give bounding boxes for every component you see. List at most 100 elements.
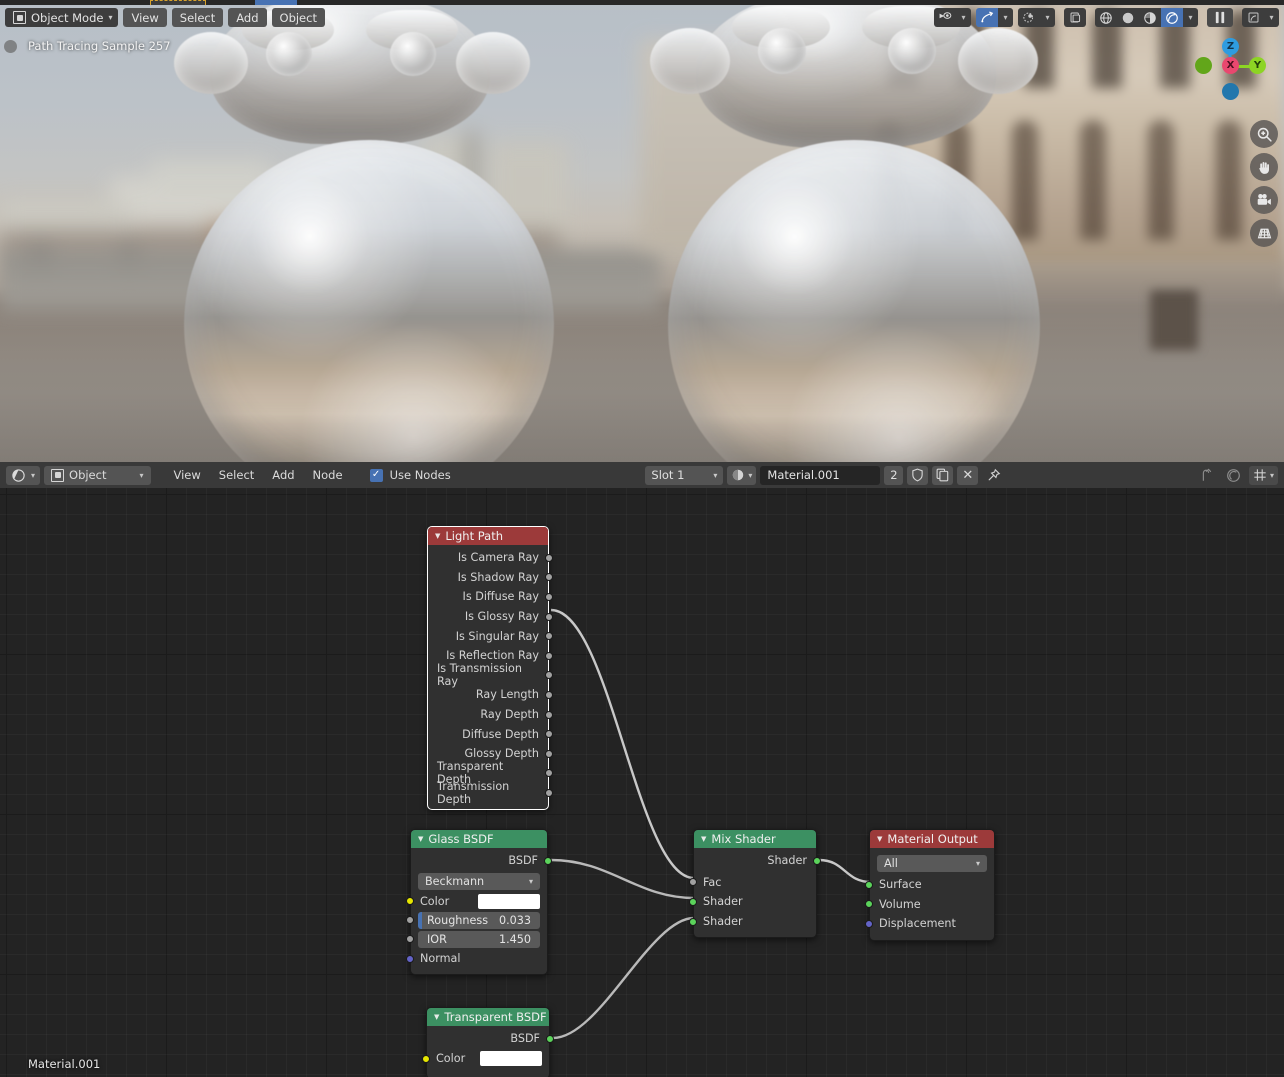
roughness-slider[interactable]: Roughness 0.033	[418, 911, 540, 929]
mix-shader-node-header[interactable]: ▼ Mix Shader	[694, 830, 816, 848]
input-socket-normal[interactable]	[406, 954, 414, 963]
menu-view[interactable]: View	[123, 8, 167, 27]
shading-mode-group[interactable]: ▾	[1095, 8, 1198, 27]
output-socket[interactable]	[545, 749, 553, 758]
transparent-bsdf-node-header[interactable]: ▼ Transparent BSDF	[427, 1008, 549, 1026]
collapse-triangle-icon[interactable]: ▼	[701, 835, 706, 843]
node-output-row[interactable]: Is Shadow Ray	[428, 568, 553, 588]
menu-select[interactable]: Select	[171, 8, 224, 27]
color-property-row[interactable]: Color	[422, 1050, 542, 1068]
input-socket-volume[interactable]	[865, 900, 873, 909]
node-output-row[interactable]: Is Singular Ray	[428, 626, 553, 646]
node-output-row[interactable]: BSDF	[427, 1029, 554, 1049]
gizmo-axis-neg-z[interactable]	[1222, 83, 1239, 100]
collapse-triangle-icon[interactable]: ▼	[877, 835, 882, 843]
node-canvas[interactable]: ▼ Light Path Is Camera Ray Is Shadow Ray…	[0, 488, 1284, 1077]
shader-type-selector[interactable]: Object ▾	[44, 465, 151, 485]
viewport-3d[interactable]: Path Tracing Sample 257 Z X Y Object Mod…	[0, 0, 1284, 462]
ne-menu-view[interactable]: View	[167, 466, 208, 485]
node-input-row[interactable]: Shader	[689, 912, 816, 932]
color-property-row[interactable]: Color	[406, 893, 540, 911]
shading-material-icon[interactable]	[1139, 8, 1161, 27]
workspace-tab-highlight[interactable]	[255, 0, 297, 5]
material-name-field[interactable]: Material.001	[760, 465, 881, 485]
input-socket-shader-2[interactable]	[689, 917, 697, 926]
material-output-node[interactable]: ▼ Material Output All ▾ Surface Volume D…	[865, 829, 995, 941]
node-output-row[interactable]: Ray Length	[428, 685, 553, 705]
gizmo-axis-neg-y[interactable]	[1195, 57, 1212, 74]
render-options-icon[interactable]	[1242, 8, 1264, 27]
input-socket-shader-1[interactable]	[689, 897, 697, 906]
output-socket[interactable]	[545, 710, 553, 719]
output-socket[interactable]	[545, 612, 553, 621]
editor-type-selector[interactable]: ▾	[6, 465, 41, 485]
glass-bsdf-node[interactable]: ▼ Glass BSDF BSDF Beckmann ▾ Color Rough…	[406, 829, 552, 975]
output-socket[interactable]	[545, 592, 553, 601]
snap-parent-icon[interactable]	[1194, 466, 1218, 485]
pin-icon[interactable]	[982, 466, 1006, 485]
ior-slider[interactable]: IOR 1.450	[418, 930, 540, 948]
collapse-triangle-icon[interactable]: ▼	[435, 532, 440, 540]
node-output-row[interactable]: Is Camera Ray	[428, 548, 553, 568]
gizmo-axis-z[interactable]: Z	[1222, 38, 1239, 55]
use-nodes-toggle[interactable]: ✓ Use Nodes	[366, 466, 458, 485]
node-output-row[interactable]: Diffuse Depth	[428, 724, 553, 744]
output-socket[interactable]	[545, 573, 553, 582]
output-socket[interactable]	[545, 769, 553, 778]
viewport-nav-buttons[interactable]	[1250, 120, 1278, 247]
visibility-group[interactable]: ▾	[934, 8, 971, 27]
material-slot-selector[interactable]: Slot 1 ▾	[645, 465, 724, 485]
proportional-edit-icon[interactable]	[1018, 8, 1040, 27]
output-socket-bsdf[interactable]	[544, 856, 552, 865]
viewport-sidebar-toggle[interactable]	[4, 40, 17, 53]
node-output-row[interactable]: Is Diffuse Ray	[428, 587, 553, 607]
material-browse-button[interactable]: ▾	[727, 465, 757, 485]
overlays-copy-icon[interactable]	[1064, 8, 1086, 27]
output-socket[interactable]	[545, 730, 553, 739]
viewport-header[interactable]: Object Mode ▾ View Select Add Object ▾ ▾…	[0, 5, 1284, 30]
input-socket-surface[interactable]	[865, 880, 873, 889]
shading-rendered-icon[interactable]	[1161, 8, 1183, 27]
output-socket[interactable]	[545, 632, 553, 641]
use-nodes-checkbox[interactable]: ✓	[369, 468, 383, 482]
ior-property-row[interactable]: IOR 1.450	[406, 930, 540, 949]
glass-object-right[interactable]	[640, 0, 1080, 462]
node-output-row[interactable]: Is Glossy Ray	[428, 607, 553, 627]
menu-add[interactable]: Add	[228, 8, 267, 27]
render-options-chevron-down-icon[interactable]: ▾	[1264, 8, 1279, 27]
mix-shader-node[interactable]: ▼ Mix Shader Shader Fac Shader Shader	[689, 829, 821, 939]
input-socket-ior[interactable]	[406, 935, 414, 944]
unlink-x-icon[interactable]: ✕	[957, 465, 979, 485]
glass-object-left[interactable]	[170, 0, 590, 462]
output-target-dropdown[interactable]: All ▾	[877, 855, 987, 872]
node-output-row[interactable]: Ray Depth	[428, 705, 553, 725]
snap-group[interactable]: ▾	[976, 8, 1013, 27]
navigation-gizmo[interactable]: Z X Y	[1195, 38, 1266, 100]
gizmo-axis-x[interactable]: X	[1222, 57, 1239, 74]
pan-hand-icon[interactable]	[1250, 153, 1278, 181]
input-socket-roughness[interactable]	[406, 916, 414, 925]
ne-menu-add[interactable]: Add	[265, 466, 301, 485]
ne-menu-node[interactable]: Node	[306, 466, 350, 485]
node-input-row[interactable]: Fac	[689, 873, 816, 893]
node-input-row[interactable]: Displacement	[865, 914, 994, 934]
output-socket[interactable]	[545, 788, 553, 797]
material-users-count[interactable]: 2	[884, 465, 904, 485]
node-output-row[interactable]: Shader	[694, 851, 821, 871]
output-socket-shader[interactable]	[813, 856, 821, 865]
camera-view-icon[interactable]	[1250, 186, 1278, 214]
shading-chevron-down-icon[interactable]: ▾	[1183, 8, 1198, 27]
new-material-copy-icon[interactable]	[932, 465, 954, 485]
node-input-row[interactable]: Surface	[865, 875, 994, 895]
shader-node-editor[interactable]: ▾ Object ▾ View Select Add Node ✓ Use No…	[0, 462, 1284, 1077]
node-output-row[interactable]: Is Transmission Ray	[428, 662, 553, 688]
visibility-chevron-down-icon[interactable]: ▾	[956, 8, 971, 27]
transparent-bsdf-node[interactable]: ▼ Transparent BSDF BSDF Color	[422, 1007, 554, 1077]
input-socket-fac[interactable]	[689, 878, 697, 887]
shading-solid-icon[interactable]	[1117, 8, 1139, 27]
active-workspace-tab[interactable]	[150, 0, 206, 5]
node-input-row[interactable]: Volume	[865, 895, 994, 915]
pause-render-group[interactable]	[1207, 8, 1233, 27]
snap-magnet-icon[interactable]	[976, 8, 998, 27]
collapse-triangle-icon[interactable]: ▼	[418, 835, 423, 843]
